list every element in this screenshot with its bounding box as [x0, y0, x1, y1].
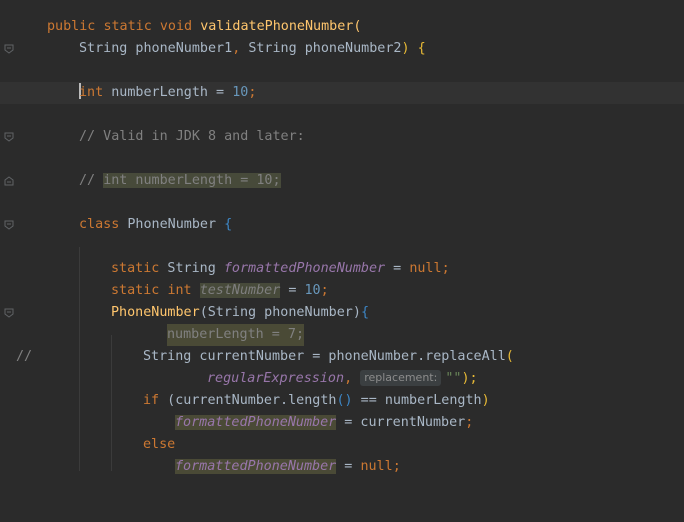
string: "": [445, 371, 462, 386]
paren: (: [353, 19, 362, 34]
keyword: class: [79, 217, 120, 232]
keyword: null: [409, 261, 442, 276]
paren: ): [481, 393, 490, 408]
code-line[interactable]: class PhoneNumber {: [0, 214, 684, 236]
brace: {: [360, 305, 369, 320]
keyword: int: [79, 85, 104, 100]
paren: (: [505, 349, 514, 364]
keyword: static: [111, 283, 160, 298]
keyword: void: [159, 19, 193, 34]
code-text: numberLength =: [103, 85, 233, 100]
code-line[interactable]: static int testNumber = 10;: [0, 280, 684, 302]
code-text: = currentNumber: [336, 415, 466, 430]
keyword: public: [47, 19, 96, 34]
brace: {: [224, 217, 233, 232]
semicolon: ;: [320, 283, 329, 298]
code-editor[interactable]: public static void validatePhoneNumber( …: [0, 0, 684, 474]
class-name: PhoneNumber: [119, 217, 225, 232]
code-line[interactable]: String phoneNumber1, String phoneNumber2…: [0, 38, 684, 60]
paren: );: [461, 371, 478, 386]
semicolon: ;: [465, 415, 474, 430]
comment: //: [79, 173, 104, 188]
keyword: static: [103, 19, 152, 34]
variable: regularExpression: [207, 371, 345, 386]
code-text: == numberLength: [352, 393, 482, 408]
type: String: [159, 261, 224, 276]
current-code-line[interactable]: int numberLength = 10;: [0, 82, 684, 104]
number: 10: [232, 85, 249, 100]
param: String phoneNumber1: [79, 41, 233, 56]
comma: ,: [344, 371, 361, 386]
highlighted-comment: int numberLength = 10;: [103, 173, 281, 188]
static-field: formattedPhoneNumber: [175, 415, 337, 430]
keyword: null: [360, 459, 393, 474]
static-field: testNumber: [199, 283, 281, 298]
keyword: if: [143, 393, 160, 408]
code-line[interactable]: if (currentNumber.length() == numberLeng…: [0, 390, 684, 412]
code-text: String currentNumber = phoneNumber.repla…: [143, 349, 506, 364]
code-line[interactable]: String currentNumber = phoneNumber.repla…: [0, 346, 684, 368]
semicolon: ;: [441, 261, 450, 276]
code-text: (currentNumber.length: [159, 393, 337, 408]
code-text: =: [280, 283, 305, 298]
code-line[interactable]: public static void validatePhoneNumber(: [0, 16, 684, 38]
code-line[interactable]: // int numberLength = 10;: [0, 170, 684, 192]
code-text: =: [336, 459, 361, 474]
code-text: (String phoneNumber): [199, 305, 361, 320]
code-line[interactable]: static String formattedPhoneNumber = nul…: [0, 258, 684, 280]
code-text: =: [385, 261, 410, 276]
comment: // Valid in JDK 8 and later:: [79, 129, 305, 144]
semicolon: ;: [392, 459, 401, 474]
code-line[interactable]: regularExpression, replacement: "");: [0, 368, 684, 390]
code-line[interactable]: // Valid in JDK 8 and later:: [0, 126, 684, 148]
code-line[interactable]: PhoneNumber(String phoneNumber){: [0, 302, 684, 324]
static-field: formattedPhoneNumber: [223, 261, 386, 276]
param: String phoneNumber2: [248, 41, 402, 56]
code-line[interactable]: formattedPhoneNumber = null;: [0, 456, 684, 478]
keyword: else: [143, 437, 176, 452]
keyword: int: [167, 283, 192, 298]
comma: ,: [232, 41, 249, 56]
paren: ) {: [401, 41, 426, 56]
paren: (): [336, 393, 353, 408]
code-line[interactable]: else: [0, 434, 684, 456]
parameter-hint: replacement:: [360, 370, 442, 386]
constructor-name: PhoneNumber: [111, 305, 200, 320]
static-field: formattedPhoneNumber: [175, 459, 337, 474]
method-name: validatePhoneNumber: [200, 19, 354, 34]
commented-code: numberLength = 7;: [167, 324, 305, 346]
code-line[interactable]: // numberLength = 7;: [0, 324, 684, 364]
keyword: static: [111, 261, 160, 276]
code-line[interactable]: formattedPhoneNumber = currentNumber;: [0, 412, 684, 434]
semicolon: ;: [248, 85, 257, 100]
number: 10: [304, 283, 321, 298]
